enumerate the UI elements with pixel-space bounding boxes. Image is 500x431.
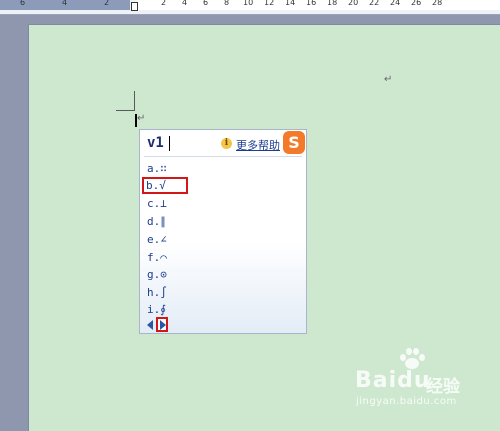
candidate-symbol: ∥: [160, 215, 166, 228]
candidate-symbol: ∷: [160, 162, 167, 175]
candidate-symbol: ⊙: [160, 268, 167, 281]
candidate-item-g[interactable]: g.⊙: [147, 266, 167, 283]
ruler-number: 6: [203, 0, 209, 7]
ime-input-text: v1: [147, 135, 164, 151]
more-help-link[interactable]: 更多帮助: [236, 137, 280, 153]
watermark-chinese: 经验: [426, 377, 460, 397]
ruler-number: 6: [20, 0, 26, 7]
ruler-number: 4: [182, 0, 188, 7]
candidate-item-e[interactable]: e.∠: [147, 231, 167, 248]
candidate-symbol: ⊥: [160, 197, 167, 210]
watermark-url: jingyan.baidu.com: [356, 396, 457, 407]
candidate-item-b[interactable]: b.√: [142, 177, 188, 194]
candidate-symbol: ∠: [160, 233, 167, 246]
candidate-label: f.: [147, 251, 161, 264]
candidate-symbol: ⌒: [160, 251, 167, 264]
candidate-label: a.: [147, 162, 161, 175]
margin-corner-mark: [134, 91, 135, 111]
ruler-number: 18: [327, 0, 338, 7]
candidate-label: e.: [147, 233, 161, 246]
ruler-number: 24: [390, 0, 401, 7]
candidate-item-f[interactable]: f.⌒: [147, 249, 167, 266]
prev-page-icon[interactable]: [147, 320, 153, 330]
ime-header: v1 i 更多帮助 S: [140, 130, 306, 156]
ruler-text-area: [137, 0, 500, 10]
divider: [144, 156, 302, 157]
ruler-number: 28: [432, 0, 443, 7]
info-icon[interactable]: i: [221, 138, 232, 149]
paragraph-mark: ↵: [384, 74, 393, 85]
ruler-number: 12: [264, 0, 275, 7]
watermark-brand: Baidu: [355, 368, 431, 393]
candidate-symbol: √: [159, 179, 166, 192]
ruler-number: 14: [285, 0, 296, 7]
ruler-number: 20: [348, 0, 359, 7]
ruler-number: 2: [104, 0, 110, 7]
candidate-label: c.: [147, 197, 161, 210]
candidate-label: i.: [147, 303, 161, 316]
ime-candidate-window[interactable]: v1 i 更多帮助 S a.∷ b.√ c.⊥ d.∥ e.∠ f.⌒ g.⊙ …: [139, 129, 307, 334]
horizontal-ruler[interactable]: 6 4 2 2 4 6 8 10 12 14 16 18 20 22 24 26…: [0, 0, 500, 15]
margin-corner-mark: [116, 110, 135, 111]
candidate-label: d.: [147, 215, 161, 228]
candidate-item-h[interactable]: h.∫: [147, 284, 167, 301]
candidate-label: g.: [147, 268, 161, 281]
paragraph-mark: ↵: [137, 113, 146, 124]
ruler-number: 16: [306, 0, 317, 7]
ruler-number: 22: [369, 0, 380, 7]
ruler-number: 26: [411, 0, 422, 7]
candidate-item-a[interactable]: a.∷: [147, 160, 167, 177]
baidu-jingyan-watermark: Baidu 经验 jingyan.baidu.com: [340, 348, 490, 418]
sogou-logo-icon[interactable]: S: [283, 131, 305, 154]
candidate-item-d[interactable]: d.∥: [147, 213, 166, 230]
candidate-item-i[interactable]: i.∮: [147, 301, 166, 318]
ruler-number: 2: [161, 0, 167, 7]
ruler-number: 10: [243, 0, 254, 7]
ruler-number: 4: [62, 0, 68, 7]
candidate-label: h.: [147, 286, 161, 299]
indent-marker[interactable]: [131, 2, 138, 11]
candidate-label: b.: [146, 179, 160, 192]
candidate-symbol: ∮: [160, 303, 166, 316]
candidate-item-c[interactable]: c.⊥: [147, 195, 167, 212]
next-page-button[interactable]: [156, 317, 168, 332]
candidate-symbol: ∫: [160, 286, 167, 299]
ruler-number: 8: [224, 0, 230, 7]
next-page-icon: [160, 320, 166, 330]
ime-caret: [169, 136, 170, 151]
